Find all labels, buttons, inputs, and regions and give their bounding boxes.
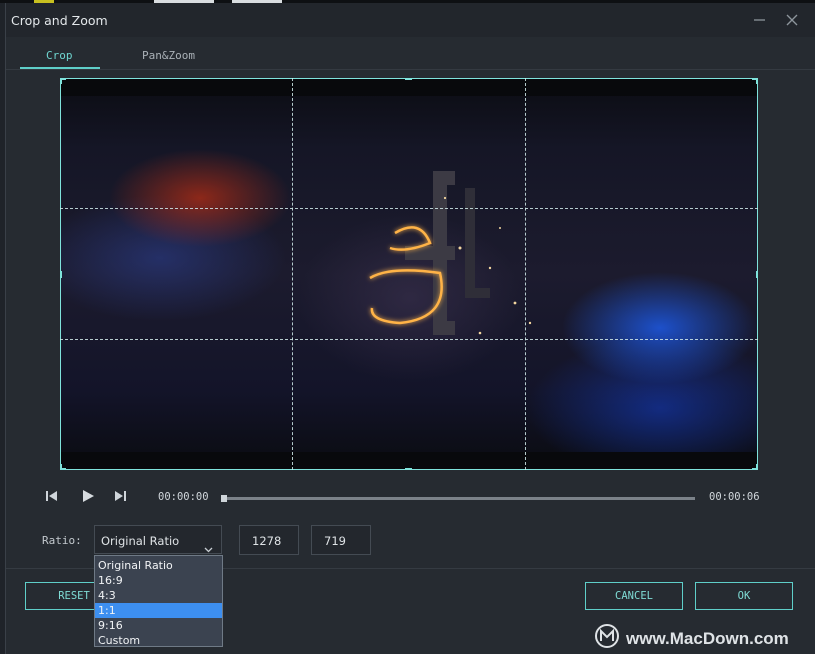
- ratio-option-1-1[interactable]: 1:1: [95, 603, 222, 618]
- crop-handle-bottom[interactable]: [405, 468, 412, 470]
- crop-handle-bottom-right[interactable]: [756, 464, 758, 470]
- ratio-option-4-3[interactable]: 4:3: [95, 588, 222, 603]
- ratio-option-9-16[interactable]: 9:16: [95, 618, 222, 633]
- tab-pan-zoom[interactable]: Pan&Zoom: [142, 49, 195, 62]
- cancel-button[interactable]: CANCEL: [585, 582, 683, 610]
- ratio-dropdown-menu: Original Ratio 16:9 4:3 1:1 9:16 Custom: [94, 555, 223, 647]
- next-frame-icon[interactable]: [111, 487, 129, 505]
- video-preview[interactable]: [60, 78, 758, 470]
- crop-handle-top[interactable]: [405, 78, 412, 80]
- ratio-select-value: Original Ratio: [101, 534, 180, 548]
- crop-and-zoom-dialog: Crop and Zoom Crop Pan&Zoom 00:00:00 00:…: [5, 3, 815, 654]
- ratio-option-custom[interactable]: Custom: [95, 633, 222, 648]
- scrub-track[interactable]: [223, 497, 695, 500]
- tab-crop[interactable]: Crop: [46, 49, 73, 62]
- watermark-text: www.MacDown.com: [626, 629, 789, 648]
- end-time: 00:00:06: [709, 491, 760, 503]
- grid-line-horizontal: [60, 208, 758, 209]
- scrub-thumb[interactable]: [221, 495, 227, 502]
- height-field[interactable]: 719: [311, 525, 371, 555]
- previous-frame-icon[interactable]: [43, 487, 61, 505]
- crop-handle-top-left[interactable]: [60, 78, 62, 84]
- crop-rectangle[interactable]: [60, 78, 758, 470]
- ratio-label: Ratio:: [42, 534, 82, 547]
- close-icon[interactable]: [781, 9, 803, 31]
- grid-line-vertical: [292, 78, 293, 470]
- crop-handle-right[interactable]: [756, 271, 758, 278]
- window-title: Crop and Zoom: [11, 13, 108, 28]
- ratio-option-16-9[interactable]: 16:9: [95, 573, 222, 588]
- playback-controls: 00:00:00 00:00:06: [6, 483, 815, 511]
- ratio-select[interactable]: Original Ratio: [94, 525, 222, 554]
- crop-handle-top-right[interactable]: [756, 78, 758, 84]
- title-bar: Crop and Zoom: [6, 3, 815, 37]
- tabs-divider: [6, 69, 815, 70]
- tab-bar: Crop Pan&Zoom: [6, 37, 815, 69]
- ok-button[interactable]: OK: [695, 582, 793, 610]
- width-field[interactable]: 1278: [239, 525, 299, 555]
- ratio-option-original[interactable]: Original Ratio: [95, 558, 222, 573]
- minimize-icon[interactable]: [749, 9, 771, 31]
- play-icon[interactable]: [79, 487, 97, 505]
- macdown-logo-icon: [594, 623, 620, 653]
- current-time: 00:00:00: [158, 491, 209, 503]
- crop-handle-bottom-left[interactable]: [60, 464, 62, 470]
- grid-line-vertical: [525, 78, 526, 470]
- crop-handle-left[interactable]: [60, 271, 62, 278]
- grid-line-horizontal: [60, 339, 758, 340]
